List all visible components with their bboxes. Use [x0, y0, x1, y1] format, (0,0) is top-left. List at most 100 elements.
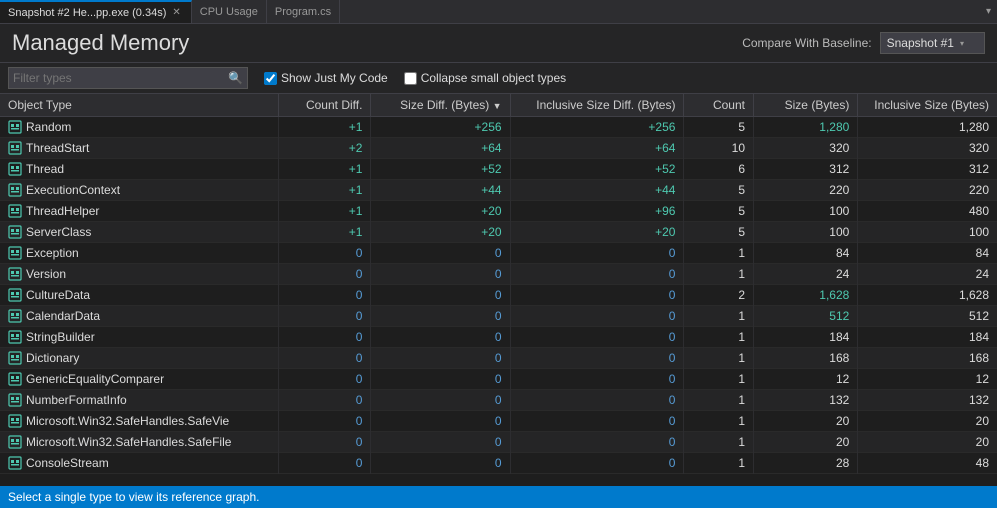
cell-inc-size-diff: +44 [510, 180, 684, 201]
type-icon [8, 372, 22, 386]
cell-count: 1 [684, 411, 754, 432]
table-container[interactable]: Object Type Count Diff. Size Diff. (Byte… [0, 94, 997, 486]
cell-size: 312 [754, 159, 858, 180]
table-row[interactable]: Microsoft.Win32.SafeHandles.SafeVie 0 0 … [0, 411, 997, 432]
cell-count: 1 [684, 390, 754, 411]
tab-snapshot2[interactable]: Snapshot #2 He...pp.exe (0.34s) ✕ [0, 0, 192, 23]
cell-count: 5 [684, 180, 754, 201]
cell-type: NumberFormatInfo [0, 390, 278, 411]
compare-dropdown[interactable]: Snapshot #1 ▾ [880, 32, 985, 54]
tab-dropdown[interactable]: ▾ [980, 6, 997, 17]
cell-size: 184 [754, 327, 858, 348]
cell-type: ServerClass [0, 222, 278, 243]
cell-size: 12 [754, 369, 858, 390]
cell-inc-size: 1,280 [858, 117, 997, 138]
table-row[interactable]: StringBuilder 0 0 0 1 184 184 [0, 327, 997, 348]
cell-size-diff: 0 [371, 327, 510, 348]
table-row[interactable]: ServerClass +1 +20 +20 5 100 100 [0, 222, 997, 243]
table-row[interactable]: CultureData 0 0 0 2 1,628 1,628 [0, 285, 997, 306]
type-icon [8, 309, 22, 323]
cell-size-diff: 0 [371, 306, 510, 327]
tab-program-cs[interactable]: Program.cs [267, 0, 340, 23]
table-row[interactable]: ConsoleStream 0 0 0 1 28 48 [0, 453, 997, 474]
cell-size-diff: 0 [371, 285, 510, 306]
table-row[interactable]: CalendarData 0 0 0 1 512 512 [0, 306, 997, 327]
type-icon [8, 120, 22, 134]
cell-size-diff: 0 [371, 369, 510, 390]
table-row[interactable]: Exception 0 0 0 1 84 84 [0, 243, 997, 264]
type-icon [8, 162, 22, 176]
cell-inc-size-diff: 0 [510, 264, 684, 285]
search-icon: 🔍 [224, 71, 247, 85]
cell-size-diff: 0 [371, 432, 510, 453]
cell-inc-size: 480 [858, 201, 997, 222]
page-header: Managed Memory Compare With Baseline: Sn… [0, 24, 997, 63]
col-header-inc-size-diff[interactable]: Inclusive Size Diff. (Bytes) [510, 94, 684, 117]
status-message: Select a single type to view its referen… [8, 490, 259, 504]
cell-inc-size-diff: 0 [510, 453, 684, 474]
cell-inc-size: 184 [858, 327, 997, 348]
table-header-row: Object Type Count Diff. Size Diff. (Byte… [0, 94, 997, 117]
cell-size: 320 [754, 138, 858, 159]
type-icon [8, 393, 22, 407]
cell-type: GenericEqualityComparer [0, 369, 278, 390]
filter-box[interactable]: 🔍 [8, 67, 248, 89]
cell-type: Random [0, 117, 278, 138]
cell-inc-size-diff: 0 [510, 243, 684, 264]
col-header-count[interactable]: Count [684, 94, 754, 117]
table-row[interactable]: Microsoft.Win32.SafeHandles.SafeFile 0 0… [0, 432, 997, 453]
cell-inc-size: 168 [858, 348, 997, 369]
cell-count-diff: +1 [278, 222, 371, 243]
type-name: Random [26, 120, 71, 134]
cell-count: 1 [684, 453, 754, 474]
filter-input[interactable] [9, 71, 224, 85]
cell-inc-size-diff: +52 [510, 159, 684, 180]
tab-snapshot2-close[interactable]: ✕ [170, 7, 182, 18]
cell-type: ThreadStart [0, 138, 278, 159]
cell-count: 1 [684, 327, 754, 348]
table-row[interactable]: GenericEqualityComparer 0 0 0 1 12 12 [0, 369, 997, 390]
cell-size: 132 [754, 390, 858, 411]
compare-section: Compare With Baseline: Snapshot #1 ▾ [742, 32, 985, 54]
col-header-type[interactable]: Object Type [0, 94, 278, 117]
type-name: Thread [26, 162, 64, 176]
table-row[interactable]: ExecutionContext +1 +44 +44 5 220 220 [0, 180, 997, 201]
chevron-down-icon: ▾ [960, 39, 964, 48]
collapse-small-checkbox[interactable]: Collapse small object types [404, 71, 566, 85]
cell-count-diff: 0 [278, 306, 371, 327]
type-name: ThreadStart [26, 141, 89, 155]
cell-type: StringBuilder [0, 327, 278, 348]
cell-count-diff: +1 [278, 180, 371, 201]
col-header-count-diff[interactable]: Count Diff. [278, 94, 371, 117]
cell-size-diff: 0 [371, 411, 510, 432]
type-icon [8, 246, 22, 260]
cell-size: 20 [754, 411, 858, 432]
cell-inc-size-diff: +96 [510, 201, 684, 222]
table-row[interactable]: Version 0 0 0 1 24 24 [0, 264, 997, 285]
cell-size: 220 [754, 180, 858, 201]
cell-inc-size: 132 [858, 390, 997, 411]
cell-size-diff: +20 [371, 222, 510, 243]
col-header-size[interactable]: Size (Bytes) [754, 94, 858, 117]
cell-inc-size: 20 [858, 432, 997, 453]
cell-count: 1 [684, 306, 754, 327]
cell-count-diff: 0 [278, 453, 371, 474]
type-icon [8, 204, 22, 218]
cell-count: 10 [684, 138, 754, 159]
table-row[interactable]: Thread +1 +52 +52 6 312 312 [0, 159, 997, 180]
show-just-my-code-checkbox[interactable]: Show Just My Code [264, 71, 388, 85]
cell-size: 1,628 [754, 285, 858, 306]
type-icon [8, 267, 22, 281]
cell-inc-size-diff: 0 [510, 411, 684, 432]
table-row[interactable]: ThreadStart +2 +64 +64 10 320 320 [0, 138, 997, 159]
table-row[interactable]: Dictionary 0 0 0 1 168 168 [0, 348, 997, 369]
col-header-size-diff[interactable]: Size Diff. (Bytes) [371, 94, 510, 117]
type-name: Exception [26, 246, 79, 260]
table-row[interactable]: ThreadHelper +1 +20 +96 5 100 480 [0, 201, 997, 222]
cell-inc-size: 20 [858, 411, 997, 432]
col-header-inc-size[interactable]: Inclusive Size (Bytes) [858, 94, 997, 117]
tab-cpu-usage[interactable]: CPU Usage [192, 0, 267, 23]
tab-program-cs-label: Program.cs [275, 6, 331, 18]
table-row[interactable]: NumberFormatInfo 0 0 0 1 132 132 [0, 390, 997, 411]
table-row[interactable]: Random +1 +256 +256 5 1,280 1,280 [0, 117, 997, 138]
